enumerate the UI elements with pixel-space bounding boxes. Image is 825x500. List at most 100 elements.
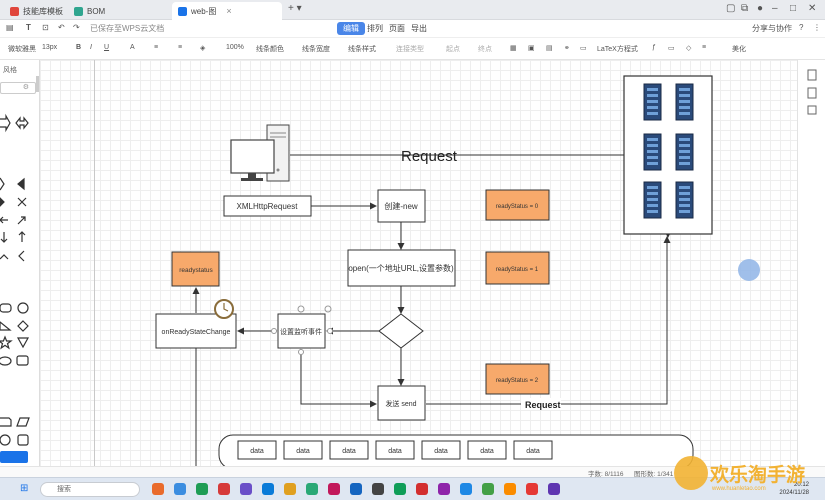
chevron-right-shape[interactable] <box>0 177 5 191</box>
minimize-icon[interactable]: – <box>772 3 778 14</box>
restore-icon[interactable]: ▢ <box>726 3 735 14</box>
help-icon[interactable]: ? <box>799 23 803 32</box>
latex-button[interactable]: LaTeX方程式 <box>597 44 638 54</box>
request-label-bottom[interactable]: Request <box>525 400 561 410</box>
close-window-icon[interactable]: ✕ <box>808 3 816 14</box>
rounded-rect-shape[interactable] <box>0 303 12 313</box>
underline-icon[interactable]: U <box>104 44 109 51</box>
taskbar-media-icon[interactable] <box>240 483 252 495</box>
panel-scrollbar[interactable] <box>36 76 39 92</box>
image-icon[interactable]: ▣ <box>528 44 535 52</box>
taskbar-vscode-icon[interactable] <box>350 483 362 495</box>
more-icon[interactable]: ⋮ <box>813 23 821 32</box>
file-icon[interactable]: ▤ <box>6 23 14 32</box>
arrow-up-shape[interactable] <box>18 231 26 242</box>
arrow-right-shape[interactable] <box>0 113 11 133</box>
align-center-icon[interactable]: ≡ <box>178 44 182 51</box>
expand-shape[interactable] <box>17 197 27 207</box>
arrow-up-right-shape[interactable] <box>17 216 26 225</box>
redo-icon[interactable]: ↷ <box>73 23 80 32</box>
ellipse-shape[interactable] <box>0 356 12 366</box>
oval-shape[interactable] <box>0 434 11 446</box>
end-arrow-select[interactable]: 终点 <box>478 44 492 54</box>
diamond-shape[interactable] <box>17 320 29 332</box>
taskbar-chat-icon[interactable] <box>394 483 406 495</box>
undo-icon[interactable]: ↶ <box>58 23 65 32</box>
circle-shape[interactable] <box>17 302 29 314</box>
taskbar-store-icon[interactable] <box>262 483 274 495</box>
table-icon[interactable]: ▤ <box>546 44 553 52</box>
screen-icon[interactable]: ⧉ <box>741 3 748 14</box>
tab-web-diagram[interactable]: web-图 × <box>172 2 282 20</box>
taskbar-browser-icon[interactable] <box>152 483 164 495</box>
bold-icon[interactable]: B <box>76 44 81 51</box>
triangle-left-shape[interactable] <box>17 177 25 191</box>
arrow-left-shape[interactable] <box>0 216 8 224</box>
grid-icon[interactable]: ▦ <box>510 44 517 52</box>
inverted-triangle-shape[interactable] <box>16 337 30 349</box>
new-tab-icon[interactable]: + ▾ <box>288 3 302 14</box>
right-triangle-shape[interactable] <box>0 321 12 331</box>
star-shape[interactable] <box>0 335 13 350</box>
caret-left-shape[interactable] <box>18 250 25 262</box>
font-size-select[interactable]: 13px <box>42 44 57 51</box>
close-tab-icon[interactable]: × <box>226 6 231 16</box>
taskbar-mail-icon[interactable] <box>460 483 472 495</box>
font-family-select[interactable]: 微软雅黑 <box>8 44 36 54</box>
font-color-icon[interactable]: A <box>130 44 135 51</box>
parallelogram-shape[interactable] <box>16 417 30 427</box>
outline-panel-icon[interactable] <box>807 105 817 115</box>
taskbar-music-icon[interactable] <box>328 483 340 495</box>
link-icon[interactable]: ⚭ <box>564 44 570 52</box>
start-arrow-select[interactable]: 起点 <box>446 44 460 54</box>
taskbar-terminal-icon[interactable] <box>372 483 384 495</box>
list-icon[interactable]: ≡ <box>702 44 706 51</box>
line-width-select[interactable]: 线条宽度 <box>302 44 330 54</box>
rounded-square-shape[interactable] <box>17 434 29 446</box>
zoom-select[interactable]: 100% <box>226 44 244 51</box>
format-panel-icon[interactable] <box>807 69 817 81</box>
windows-start-icon[interactable]: ⊞ <box>20 483 28 494</box>
avatar[interactable]: ● <box>757 3 763 14</box>
beautify-button[interactable]: 美化 <box>732 44 746 54</box>
taskbar-video-icon[interactable] <box>526 483 538 495</box>
double-arrow-shape[interactable] <box>15 116 29 130</box>
more-shapes-button[interactable] <box>0 451 28 463</box>
taskbar-game-icon[interactable] <box>504 483 516 495</box>
taskbar-phone-icon[interactable] <box>482 483 494 495</box>
layers-icon[interactable]: ◇ <box>686 44 691 52</box>
card-shape[interactable] <box>0 417 12 427</box>
fill-color-icon[interactable]: ◈ <box>200 44 205 52</box>
menu-tab-export[interactable]: 导出 <box>405 22 433 35</box>
arrow-down-shape[interactable] <box>0 232 8 243</box>
taskbar-wps-icon[interactable] <box>416 483 428 495</box>
assistant-bubble[interactable] <box>738 259 760 281</box>
connector-type-select[interactable]: 连接类型 <box>396 44 424 54</box>
note-icon[interactable]: ▭ <box>668 44 675 52</box>
page-panel-icon[interactable] <box>807 87 817 99</box>
taskbar-edge-icon[interactable] <box>174 483 186 495</box>
formula-icon[interactable]: ƒ <box>652 44 656 51</box>
tab-template-library[interactable]: 技能库模板 <box>4 2 69 20</box>
comment-icon[interactable]: ▭ <box>580 44 587 52</box>
taskbar-app-icon[interactable] <box>548 483 560 495</box>
taskbar-spreadsheet-icon[interactable] <box>196 483 208 495</box>
taskbar-folder-icon[interactable] <box>284 483 296 495</box>
caret-up-shape[interactable] <box>0 254 9 260</box>
share-button[interactable]: 分享与协作 <box>752 23 792 34</box>
line-style-select[interactable]: 线条样式 <box>348 44 376 54</box>
triangle-right-shape[interactable] <box>0 197 5 207</box>
line-color-select[interactable]: 线条颜色 <box>256 44 284 54</box>
taskbar-search-input[interactable]: 搜索 <box>40 482 140 497</box>
taskbar-note-icon[interactable] <box>438 483 450 495</box>
text-icon[interactable]: T <box>26 23 31 32</box>
tab-bom[interactable]: BOM <box>68 2 111 20</box>
align-left-icon[interactable]: ≡ <box>154 44 158 51</box>
server-group[interactable] <box>623 75 713 235</box>
italic-icon[interactable]: I <box>90 44 92 51</box>
taskbar-pdf-icon[interactable] <box>218 483 230 495</box>
save-icon[interactable]: ⊡ <box>42 23 49 32</box>
request-label-top[interactable]: Request <box>401 148 458 165</box>
taskbar-wechat-icon[interactable] <box>306 483 318 495</box>
rect-shape[interactable] <box>16 355 29 366</box>
